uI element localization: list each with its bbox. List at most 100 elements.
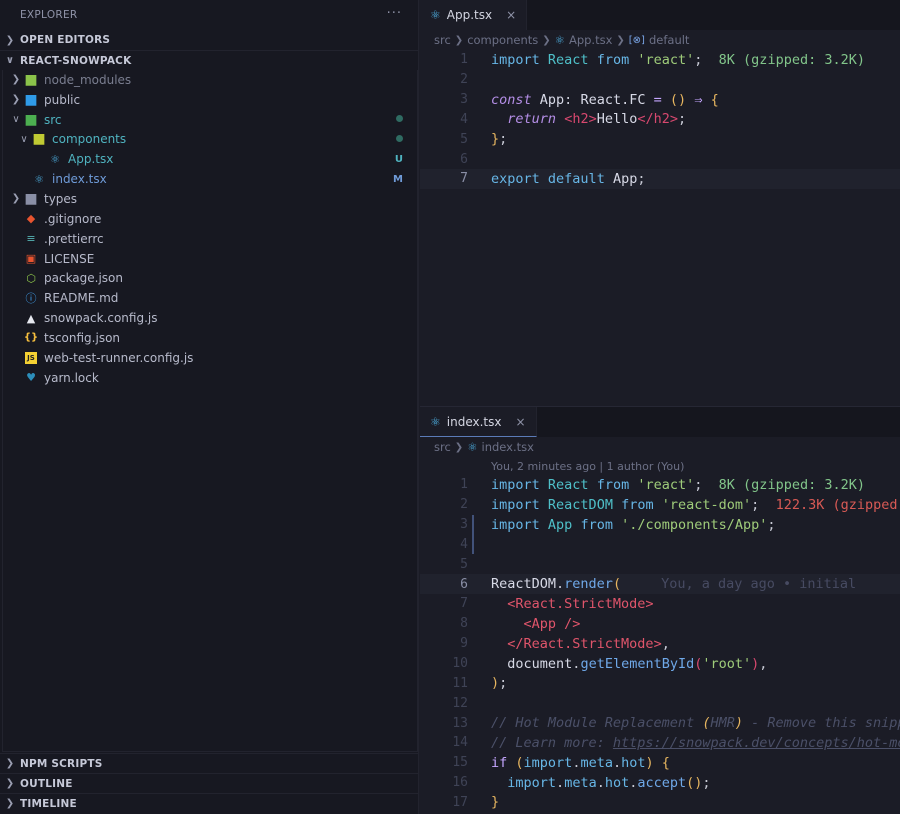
tree-item[interactable]: ∨ ■ components — [3, 130, 417, 150]
code-line: 15 if (import.meta.hot) { — [452, 754, 670, 771]
tree-item-label: components — [52, 132, 127, 147]
tree-item-label: tsconfig.json — [44, 330, 121, 345]
file-tree: ❯ ■ node_modules ❯ ■ public ∨ ■ src ∨ ■ components ⚛… — [2, 70, 418, 752]
tree-item-label: web-test-runner.config.js — [44, 350, 194, 365]
section-label: REACT-SNOWPACK — [20, 54, 132, 67]
tree-item[interactable]: ❯ ■ types — [3, 189, 417, 209]
tree-item[interactable]: ⓘ README.md — [3, 288, 417, 308]
breadcrumb-item[interactable]: default — [649, 33, 689, 47]
code-area-index[interactable]: 1 import React from 'react'; 8K (gzipped:… — [420, 475, 900, 812]
chevron-right-icon: ❯ — [454, 34, 464, 46]
git-blame-header[interactable]: You, 2 minutes ago | 1 author (You) — [420, 457, 900, 475]
yarn-icon: ♥ — [26, 371, 36, 385]
section-label: OUTLINE — [20, 777, 73, 790]
tree-item-label: package.json — [44, 271, 124, 286]
react-icon: ⚛ — [430, 414, 441, 429]
nodejs-icon: ⬡ — [26, 271, 36, 285]
code-line: 5}; — [460, 131, 508, 148]
tab-label: index.tsx — [446, 414, 502, 429]
tab-label: App.tsx — [446, 8, 493, 22]
section-label: TIMELINE — [20, 797, 77, 810]
breadcrumb-item[interactable]: src — [434, 440, 451, 454]
snowpack-icon: ▲ — [26, 311, 36, 325]
breadcrumb-item[interactable]: components — [467, 33, 538, 47]
tab-index-tsx[interactable]: ⚛ index.tsx × — [420, 407, 537, 437]
section-outline[interactable]: ❯ OUTLINE — [0, 773, 419, 793]
editor-group-top: ⚛ App.tsx × src ❯ components ❯ ⚛ App.tsx… — [420, 0, 900, 406]
prettier-icon: ≡ — [26, 232, 36, 246]
folder-public-icon: ■ — [24, 91, 38, 108]
section-project[interactable]: ∨ REACT-SNOWPACK — [0, 50, 418, 70]
section-timeline[interactable]: ❯ TIMELINE — [0, 793, 419, 813]
chevron-down-icon: ∨ — [12, 114, 20, 126]
tree-item[interactable]: ♥ yarn.lock — [3, 368, 417, 388]
json-braces-icon: {} — [23, 332, 39, 344]
git-changes-dot — [396, 134, 403, 145]
tree-item[interactable]: JS web-test-runner.config.js — [3, 348, 417, 368]
tree-item[interactable]: ≡ .prettierrc — [3, 229, 417, 249]
tree-item-label: types — [44, 191, 78, 206]
editor-group-bottom: ⚛ index.tsx × src ❯ ⚛ index.tsx You, 2 m… — [420, 406, 900, 814]
code-line-active: 7 export default App; — [420, 169, 900, 189]
chevron-right-icon: ❯ — [542, 34, 551, 46]
code-line: 8 <App /> — [460, 615, 581, 632]
tree-item-label: index.tsx — [52, 172, 107, 187]
chevron-right-icon: ❯ — [5, 798, 15, 809]
tree-item[interactable]: ◆ .gitignore — [3, 209, 417, 229]
explorer-title-text: EXPLORER — [20, 9, 78, 21]
section-open-editors[interactable]: ❯ OPEN EDITORS — [0, 30, 418, 50]
code-line: 4 return <h2>Hello</h2>; — [460, 111, 687, 128]
tree-item-label: yarn.lock — [44, 370, 99, 385]
inline-blame: You, a day ago • initial — [661, 576, 857, 593]
code-line: 5 — [460, 556, 468, 572]
tree-item[interactable]: ❯ ■ public — [3, 90, 417, 110]
tree-item[interactable]: ⚛ index.tsx M — [3, 169, 417, 189]
code-line: 7 <React.StrictMode> — [460, 595, 654, 612]
info-icon: ⓘ — [25, 292, 37, 306]
folder-src-icon: ■ — [24, 111, 38, 128]
breadcrumb-item[interactable]: index.tsx — [482, 440, 534, 454]
git-status-badge: M — [393, 173, 403, 185]
chevron-right-icon: ❯ — [616, 34, 625, 46]
section-npm-scripts[interactable]: ❯ NPM SCRIPTS — [0, 753, 419, 773]
chevron-right-icon: ❯ — [11, 94, 21, 106]
react-icon: ⚛ — [430, 8, 441, 22]
code-line-active: 6 ReactDOM.render(You, a day ago • initia… — [420, 574, 900, 595]
react-icon: ⚛ — [467, 440, 478, 454]
react-icon: ⚛ — [554, 33, 565, 47]
code-line: 1 import React from 'react'; 8K (gzipped:… — [460, 476, 865, 493]
folder-node-icon: ■ — [24, 71, 38, 88]
tree-item-label: snowpack.config.js — [44, 311, 158, 326]
breadcrumb: src ❯ ⚛ index.tsx — [420, 437, 900, 457]
code-line: 1 import React from 'react'; 8K (gzipped:… — [460, 51, 865, 68]
code-line: 13// Hot Module Replacement (HMR) - Remo… — [452, 715, 900, 732]
code-line: 6 — [460, 151, 468, 167]
chevron-down-icon: ∨ — [5, 55, 15, 66]
tree-item[interactable]: ∨ ■ src — [3, 110, 417, 130]
code-area-app[interactable]: 1 import React from 'react'; 8K (gzipped:… — [420, 50, 900, 189]
tab-bar: ⚛ index.tsx × — [420, 407, 900, 437]
code-line: 12 — [452, 695, 468, 711]
tree-item-label: App.tsx — [68, 152, 114, 167]
breadcrumb: src ❯ components ❯ ⚛ App.tsx ❯ [⊗] defau… — [420, 30, 900, 50]
js-icon: JS — [25, 351, 37, 364]
breadcrumb-item[interactable]: src — [434, 33, 451, 47]
variable-symbol-icon: [⊗] — [628, 34, 645, 46]
breadcrumb-item[interactable]: App.tsx — [569, 33, 612, 47]
tree-item[interactable]: ▣ LICENSE — [3, 249, 417, 269]
tab-app-tsx[interactable]: ⚛ App.tsx × — [420, 0, 528, 30]
tree-item-label: LICENSE — [44, 251, 95, 266]
code-line: 14// Learn more: https://snowpack.dev/co… — [452, 734, 900, 751]
chevron-right-icon: ❯ — [11, 193, 21, 205]
close-icon[interactable]: × — [515, 415, 525, 429]
tree-item[interactable]: ⬡ package.json — [3, 268, 417, 288]
tab-bar: ⚛ App.tsx × — [420, 0, 900, 30]
tree-item[interactable]: ❯ ■ node_modules — [3, 70, 417, 90]
close-icon[interactable]: × — [506, 8, 516, 22]
tree-item[interactable]: ▲ snowpack.config.js — [3, 308, 417, 328]
chevron-right-icon: ❯ — [11, 74, 21, 86]
more-actions-icon[interactable]: ··· — [387, 6, 402, 21]
tree-item[interactable]: {} tsconfig.json — [3, 328, 417, 348]
tree-item-label: public — [44, 92, 81, 107]
tree-item[interactable]: ⚛ App.tsx U — [3, 149, 417, 169]
